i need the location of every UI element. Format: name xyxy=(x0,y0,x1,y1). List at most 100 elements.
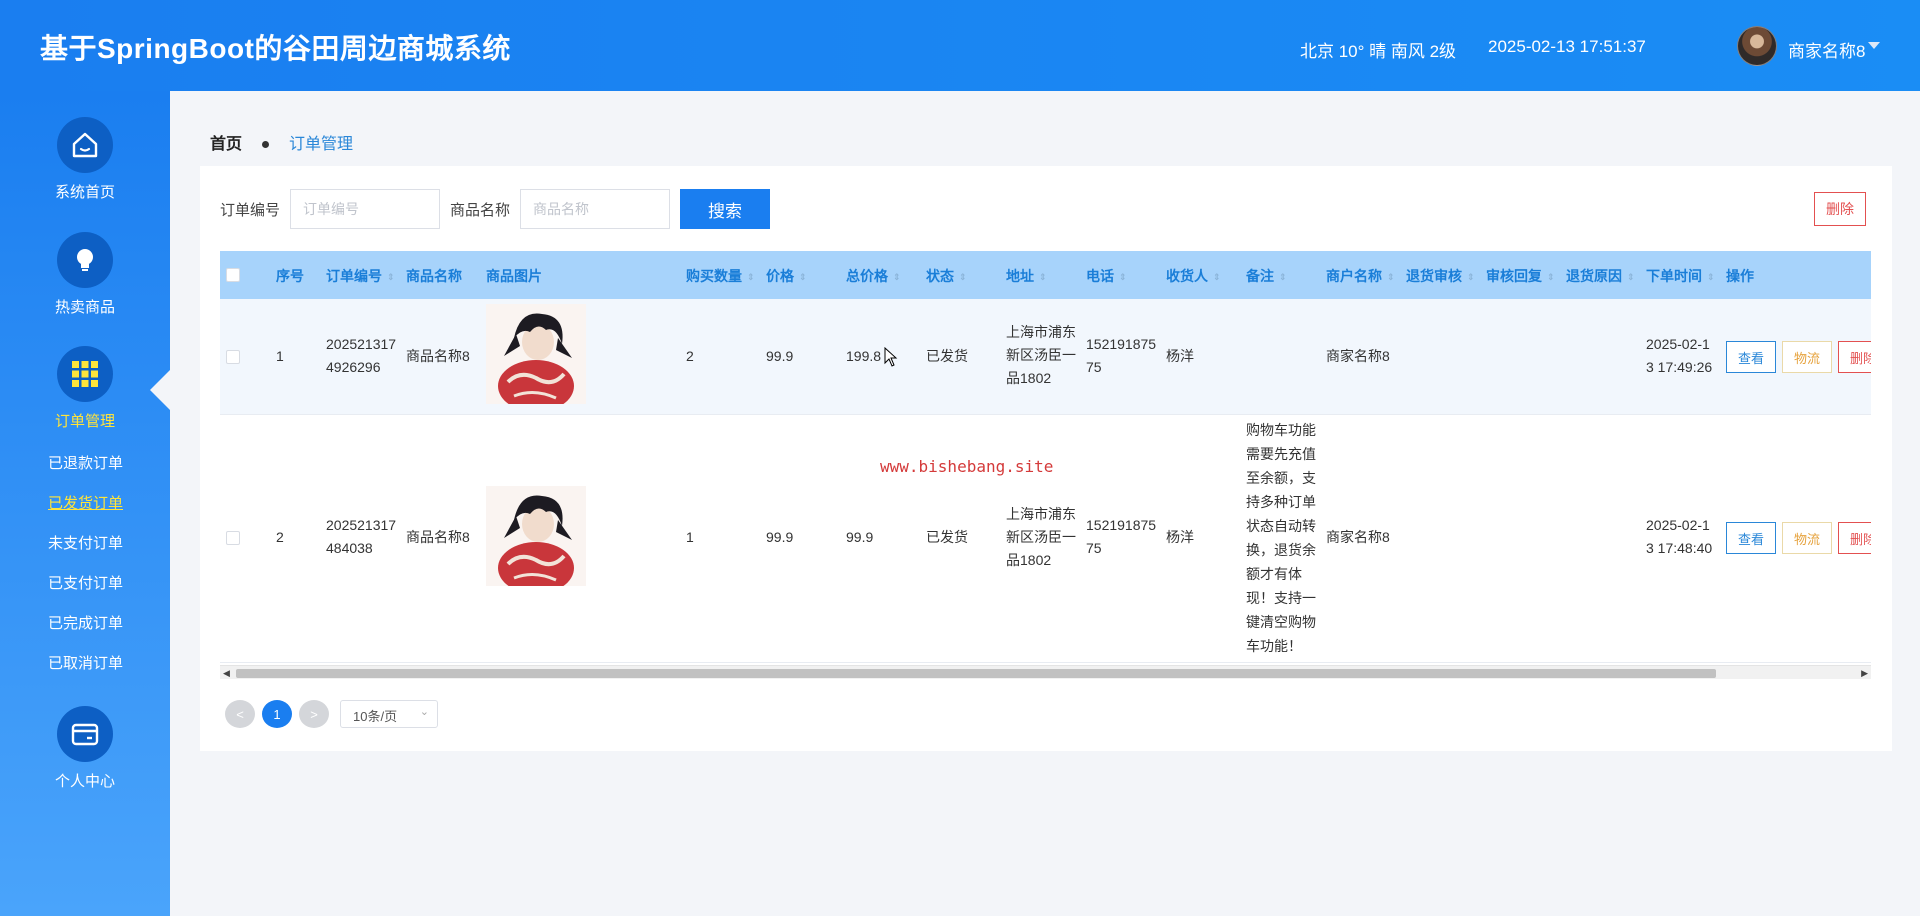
horizontal-scrollbar[interactable]: ◀ ▶ xyxy=(220,665,1871,679)
chevron-down-icon[interactable] xyxy=(1868,42,1880,49)
search-button[interactable]: 搜索 xyxy=(680,189,770,229)
col-return-review[interactable]: 退货审核 ⇕ xyxy=(1406,266,1475,286)
col-status[interactable]: 状态 ⇕ xyxy=(926,266,967,286)
sort-icon: ⇕ xyxy=(1467,271,1475,282)
sort-icon: ⇕ xyxy=(1387,271,1395,282)
cell-receiver: 杨洋 xyxy=(1166,348,1194,364)
product-name-input[interactable] xyxy=(520,189,670,229)
submenu-refunded-orders[interactable]: 已退款订单 xyxy=(48,452,123,473)
current-datetime: 2025-02-13 17:51:37 xyxy=(1488,37,1646,56)
cell-merchant: 商家名称8 xyxy=(1326,529,1390,545)
sort-icon: ⇕ xyxy=(799,271,807,282)
col-order-no[interactable]: 订单编号 ⇕ xyxy=(326,266,395,286)
page-size-select[interactable]: 10条/页 ⌄ xyxy=(340,700,438,728)
submenu-shipped-orders[interactable]: 已发货订单 xyxy=(48,492,123,513)
logistics-button[interactable]: 物流 xyxy=(1782,522,1832,554)
row-checkbox[interactable] xyxy=(226,350,240,364)
col-quantity[interactable]: 购买数量 ⇕ xyxy=(686,266,755,286)
submenu-paid-orders[interactable]: 已支付订单 xyxy=(48,572,123,593)
cell-phone: 152191875 75 xyxy=(1086,336,1157,375)
row-checkbox[interactable] xyxy=(226,531,240,545)
col-merchant[interactable]: 商户名称 ⇕ xyxy=(1326,266,1395,286)
watermark: www.bishebang.site xyxy=(880,457,1054,476)
order-no-input[interactable] xyxy=(290,189,440,229)
cell-quantity: 2 xyxy=(686,348,694,364)
cell-quantity: 1 xyxy=(686,529,694,545)
col-remark[interactable]: 备注 ⇕ xyxy=(1246,266,1287,286)
sidebar-item-orders[interactable]: 订单管理 xyxy=(0,410,170,431)
sort-icon: ⇕ xyxy=(747,271,755,282)
bulk-delete-button[interactable]: 删除 xyxy=(1814,192,1866,226)
weather-info: 北京 10° 晴 南风 2级 xyxy=(1300,42,1457,61)
cell-price: 99.9 xyxy=(766,348,794,364)
mouse-cursor-icon xyxy=(884,347,898,367)
sidebar-item-profile[interactable]: 个人中心 xyxy=(0,770,170,791)
table-header: 序号 订单编号 ⇕ 商品名称 商品图片 购买数量 ⇕ 价格 ⇕ 总价格 ⇕ 状态 ⇕ 地址… xyxy=(220,251,1871,299)
grid-icon[interactable] xyxy=(57,346,113,402)
cell-order-no: 202521317 4926296 xyxy=(326,336,397,375)
row-delete-button[interactable]: 删除 xyxy=(1838,522,1871,554)
cell-product: 商品名称8 xyxy=(406,529,470,545)
cell-product: 商品名称8 xyxy=(406,348,470,364)
cell-total: 199.8 xyxy=(846,348,882,364)
breadcrumb-separator xyxy=(262,141,270,149)
cell-order-no: 202521317 484038 xyxy=(326,517,397,556)
top-header: 基于SpringBoot的谷田周边商城系统 北京 10° 晴 南风 2级 202… xyxy=(0,0,1920,91)
col-order-time[interactable]: 下单时间 ⇕ xyxy=(1646,266,1715,286)
sort-icon: ⇕ xyxy=(1039,271,1047,282)
cell-index: 1 xyxy=(276,348,284,364)
cell-index: 2 xyxy=(276,529,284,545)
col-address[interactable]: 地址 ⇕ xyxy=(1006,266,1047,286)
sort-icon: ⇕ xyxy=(1213,271,1221,282)
col-index[interactable]: 序号 xyxy=(276,266,304,286)
home-icon[interactable] xyxy=(57,117,113,173)
app-title: 基于SpringBoot的谷田周边商城系统 xyxy=(40,33,511,64)
col-return-reason[interactable]: 退货原因 ⇕ xyxy=(1566,266,1635,286)
view-button[interactable]: 查看 xyxy=(1726,522,1776,554)
scrollbar-thumb[interactable] xyxy=(236,669,1716,678)
breadcrumb-current: 订单管理 xyxy=(289,136,354,153)
submenu-unpaid-orders[interactable]: 未支付订单 xyxy=(48,532,123,553)
chevron-down-icon: ⌄ xyxy=(419,706,429,718)
product-thumbnail[interactable] xyxy=(486,486,586,586)
cell-status: 已发货 xyxy=(926,529,968,545)
scroll-right-icon[interactable]: ▶ xyxy=(1861,668,1868,679)
user-name-dropdown[interactable]: 商家名称8 xyxy=(1788,37,1865,62)
col-actions: 操作 xyxy=(1726,268,1754,284)
select-all-checkbox[interactable] xyxy=(226,268,240,282)
view-button[interactable]: 查看 xyxy=(1726,341,1776,373)
col-review-reply[interactable]: 审核回复 ⇕ xyxy=(1486,266,1555,286)
cell-address: 上海市浦东 新区汤臣一 品1802 xyxy=(1006,506,1076,568)
next-page-button[interactable]: > xyxy=(299,700,329,728)
cell-price: 99.9 xyxy=(766,529,794,545)
logistics-button[interactable]: 物流 xyxy=(1782,341,1832,373)
col-price[interactable]: 价格 ⇕ xyxy=(766,266,807,286)
lightbulb-icon[interactable] xyxy=(57,232,113,288)
page-1-button[interactable]: 1 xyxy=(262,700,292,728)
col-image: 商品图片 xyxy=(486,268,542,284)
scroll-left-icon[interactable]: ◀ xyxy=(223,668,230,679)
col-receiver[interactable]: 收货人 ⇕ xyxy=(1166,266,1221,286)
avatar[interactable] xyxy=(1737,26,1777,66)
submenu-completed-orders[interactable]: 已完成订单 xyxy=(48,612,123,633)
col-total[interactable]: 总价格 ⇕ xyxy=(846,266,901,286)
wallet-icon[interactable] xyxy=(57,706,113,762)
submenu-cancelled-orders[interactable]: 已取消订单 xyxy=(48,652,123,673)
cell-order-time: 2025-02-1 3 17:48:40 xyxy=(1646,517,1713,556)
sidebar-item-hot-products[interactable]: 热卖商品 xyxy=(0,296,170,317)
product-name-label: 商品名称 xyxy=(450,202,511,219)
col-product[interactable]: 商品名称 xyxy=(406,266,462,286)
prev-page-button[interactable]: < xyxy=(225,700,255,728)
row-delete-button[interactable]: 删除 xyxy=(1838,341,1871,373)
breadcrumb-home[interactable]: 首页 xyxy=(210,136,242,153)
col-phone[interactable]: 电话 ⇕ xyxy=(1086,266,1127,286)
sidebar-item-home[interactable]: 系统首页 xyxy=(0,181,170,202)
product-thumbnail[interactable] xyxy=(486,304,586,404)
order-no-label: 订单编号 xyxy=(220,202,281,219)
cell-receiver: 杨洋 xyxy=(1166,529,1194,545)
cell-phone: 152191875 75 xyxy=(1086,517,1157,556)
table-row: 1 202521317 4926296 商品名称8 2 99.9 199.8 已发… xyxy=(220,299,1871,415)
cell-merchant: 商家名称8 xyxy=(1326,348,1390,364)
sort-icon: ⇕ xyxy=(1707,271,1715,282)
cell-status: 已发货 xyxy=(926,348,968,364)
